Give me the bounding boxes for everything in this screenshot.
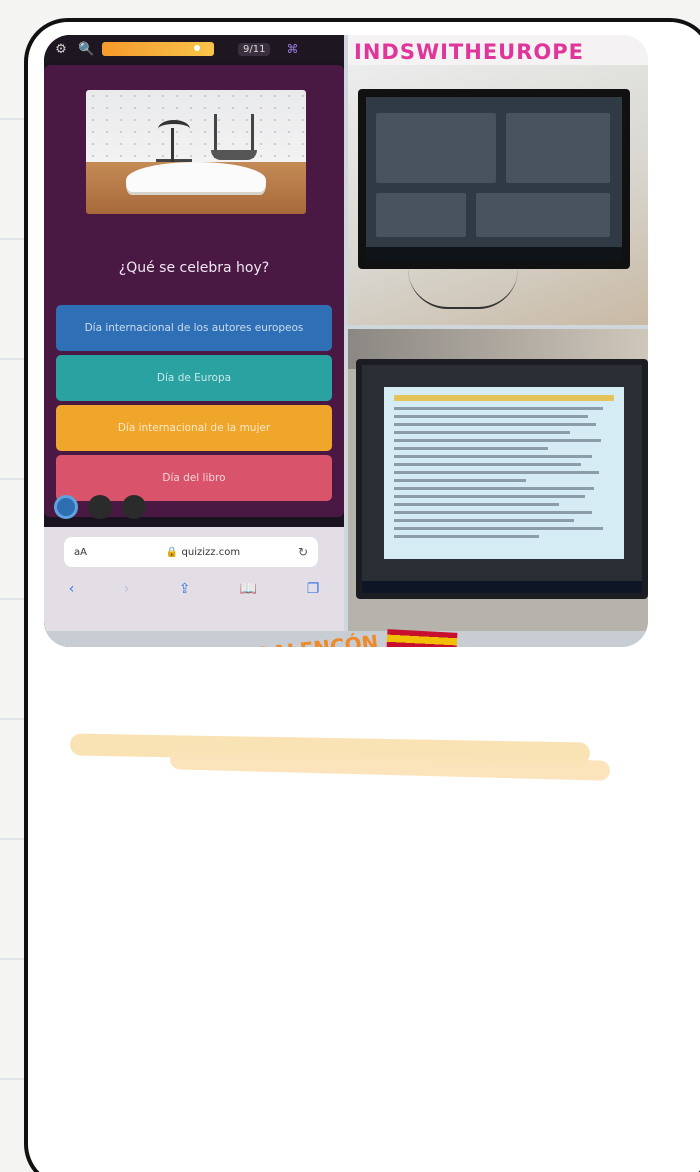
spain-flag-image — [386, 629, 458, 647]
powerup-dots — [54, 495, 146, 519]
tabs-icon[interactable]: ❐ — [307, 581, 320, 597]
forward-icon[interactable]: › — [124, 581, 130, 597]
text-size-button[interactable]: aA — [74, 547, 114, 558]
book-illustration — [86, 90, 306, 214]
bookmark-icon[interactable]: ⌘ — [286, 42, 298, 56]
tv-screen — [358, 89, 630, 269]
address-bar[interactable]: aA 🔒 quizizz.com ↻ — [64, 537, 318, 567]
answer-option-2[interactable]: Día de Europa — [56, 355, 332, 401]
reload-icon[interactable]: ↻ — [292, 545, 308, 559]
share-icon[interactable]: ⇪ — [179, 581, 191, 597]
settings-icon[interactable]: ⚙ — [54, 42, 68, 57]
quiz-top-bar: ⚙ 🔍 9/11 ⌘ — [44, 35, 344, 63]
bookmarks-icon[interactable]: 📖 — [240, 581, 257, 597]
photo-collage[interactable]: ⚙ 🔍 9/11 ⌘ ¿Qué se celebra hoy? Día inte… — [44, 35, 648, 647]
answer-option-1[interactable]: Día internacional de los autores europeo… — [56, 305, 332, 351]
url-text: 🔒 quizizz.com — [165, 546, 241, 558]
browser-chrome: aA 🔒 quizizz.com ↻ ‹ › ⇪ 📖 ❐ — [44, 527, 344, 647]
laptop-photo — [348, 329, 648, 631]
photo-banner-text: INDSWITHEUROPE — [348, 35, 648, 65]
powerup-button[interactable] — [122, 495, 146, 519]
quiz-progress-bar — [102, 42, 214, 56]
phone-screenshot: ⚙ 🔍 9/11 ⌘ ¿Qué se celebra hoy? Día inte… — [44, 35, 344, 647]
laptop-screen — [356, 359, 648, 599]
back-icon[interactable]: ‹ — [69, 581, 75, 597]
powerup-button[interactable] — [88, 495, 112, 519]
quiz-panel: ¿Qué se celebra hoy? Día internacional d… — [44, 65, 344, 517]
browser-toolbar: ‹ › ⇪ 📖 ❐ — [44, 577, 344, 601]
zoom-icon[interactable]: 🔍 — [78, 42, 94, 57]
document-on-screen — [384, 387, 624, 559]
powerup-button-active[interactable] — [54, 495, 78, 519]
quiz-question: ¿Qué se celebra hoy? — [118, 260, 270, 276]
tv-photo: INDSWITHEUROPE — [348, 35, 648, 325]
answer-option-3[interactable]: Día internacional de la mujer — [56, 405, 332, 451]
quiz-score: 9/11 — [238, 42, 271, 56]
